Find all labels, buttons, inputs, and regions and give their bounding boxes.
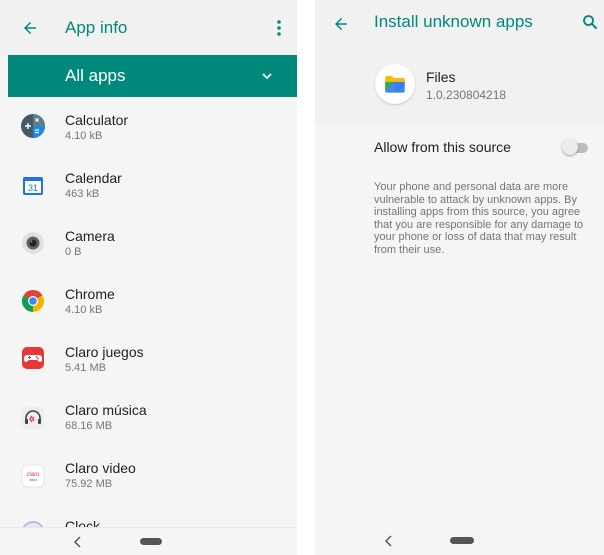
app-bar: Install unknown apps (315, 0, 604, 48)
filter-label: All apps (65, 66, 126, 85)
nav-home-pill[interactable] (140, 538, 162, 545)
page-title: App info (65, 18, 128, 37)
more-options-button[interactable] (265, 14, 293, 42)
page-title: Install unknown apps (374, 12, 533, 31)
app-size: 68.16 MB (65, 420, 113, 432)
chrome-icon (21, 289, 45, 312)
security-warning-text: Your phone and personal data are more vu… (374, 181, 584, 256)
app-header: Files 1.0.230804218 (315, 48, 604, 124)
app-filter-dropdown[interactable]: All apps (8, 55, 297, 97)
toggle-thumb (562, 139, 578, 155)
app-size: 75.92 MB (65, 478, 113, 490)
allow-from-source-toggle[interactable] (562, 139, 590, 155)
allow-from-source-label: Allow from this source (374, 139, 511, 155)
app-size: 0 B (65, 246, 82, 258)
back-button[interactable] (16, 14, 44, 42)
app-name: Clock (65, 518, 101, 527)
nav-back-button[interactable] (381, 533, 397, 549)
chevron-left-icon (384, 535, 392, 547)
arrow-back-icon (24, 22, 36, 34)
app-size: 4.10 kB (65, 304, 103, 316)
system-nav-bar (315, 527, 604, 555)
app-list: Calculator 4.10 kB 31 Calendar 463 kB Ca… (0, 97, 297, 527)
list-item-chrome[interactable]: Chrome 4.10 kB (0, 271, 297, 329)
app-name: Claro juegos (65, 344, 144, 360)
claro-video-icon: claro video (21, 464, 45, 488)
search-icon (583, 15, 597, 29)
list-item-calendar[interactable]: 31 Calendar 463 kB (0, 155, 297, 213)
chevron-left-icon (73, 536, 81, 548)
app-name: Files (426, 69, 456, 85)
app-name: Calendar (65, 170, 122, 186)
system-nav-bar (0, 527, 297, 555)
list-item-camera[interactable]: Camera 0 B (0, 213, 297, 271)
list-item-calculator[interactable]: Calculator 4.10 kB (0, 97, 297, 155)
svg-text:31: 31 (28, 183, 38, 193)
svg-text:video: video (29, 478, 37, 482)
search-button[interactable] (576, 8, 604, 36)
allow-from-source-setting[interactable]: Allow from this source (315, 124, 604, 170)
headphones-icon (22, 407, 44, 429)
list-item-clock[interactable]: Clock (0, 503, 297, 527)
list-item-claro-juegos[interactable]: Claro juegos 5.41 MB (0, 329, 297, 387)
calculator-icon (21, 114, 45, 138)
app-version: 1.0.230804218 (426, 88, 507, 102)
gamepad-icon (22, 347, 44, 369)
list-item-claro-musica[interactable]: Claro música 68.16 MB (0, 387, 297, 445)
arrow-back-icon (335, 18, 347, 30)
back-button[interactable] (327, 10, 355, 38)
nav-home-pill[interactable] (450, 537, 474, 544)
camera-icon (22, 232, 44, 254)
app-name: Camera (65, 228, 115, 244)
app-size: 5.41 MB (65, 362, 106, 374)
files-icon (385, 75, 405, 93)
install-unknown-apps-screen: Install unknown apps Files 1.0.230804218… (315, 0, 604, 555)
app-name: Claro video (65, 460, 136, 476)
app-name: Calculator (65, 112, 129, 128)
list-item-claro-video[interactable]: claro video Claro video 75.92 MB (0, 445, 297, 503)
app-size: 4.10 kB (65, 130, 103, 142)
app-name: Claro música (65, 402, 147, 418)
nav-back-button[interactable] (70, 534, 86, 550)
app-icon-badge (375, 64, 415, 104)
calendar-icon: 31 (23, 177, 43, 195)
app-size: 463 kB (65, 188, 100, 200)
app-bar: App info (0, 0, 297, 56)
app-name: Chrome (65, 286, 115, 302)
more-vert-icon (277, 20, 281, 36)
chevron-down-icon (262, 73, 272, 80)
app-info-screen: App info All apps Calculator 4.10 kB 31 … (0, 0, 297, 555)
